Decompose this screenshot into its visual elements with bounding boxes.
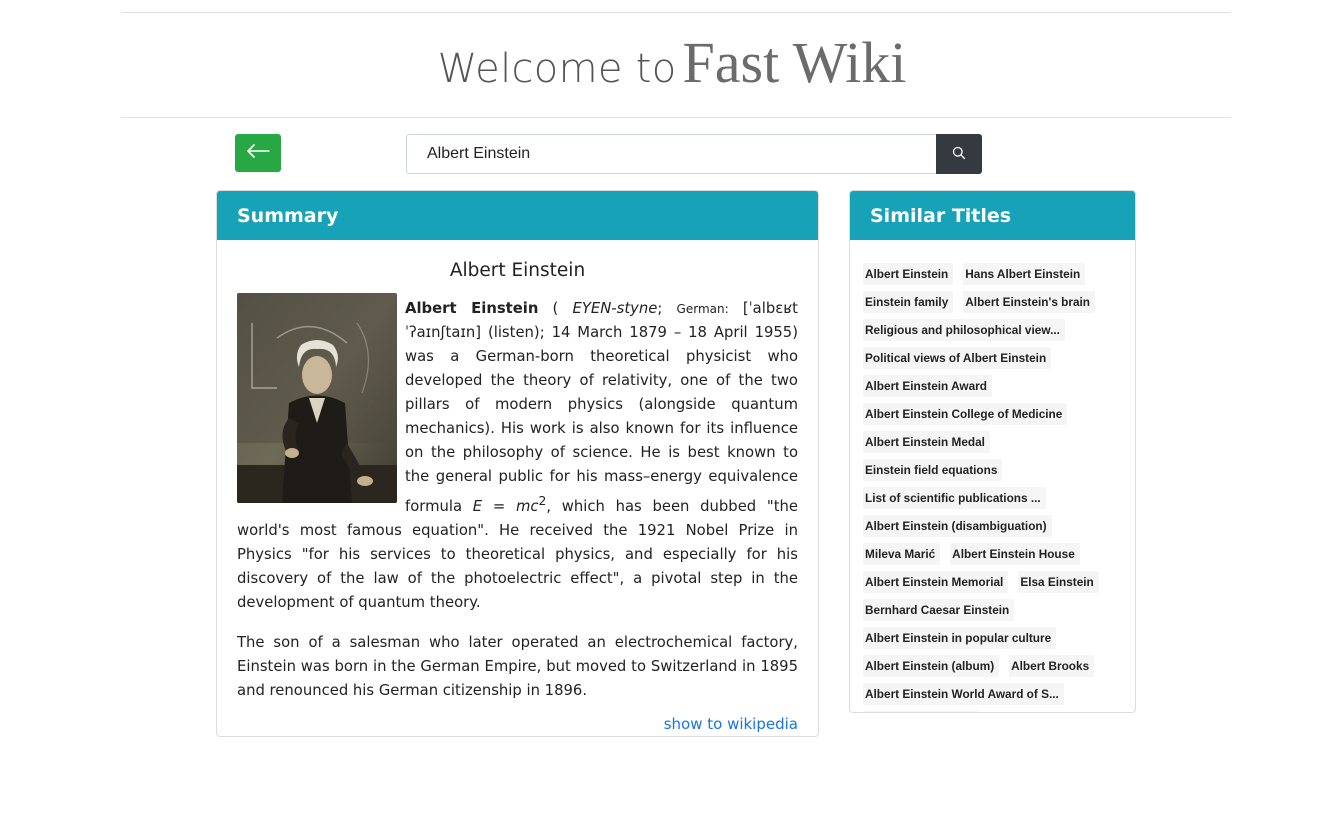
search-icon: [952, 145, 966, 164]
similar-title-tag[interactable]: Bernhard Caesar Einstein: [863, 599, 1015, 621]
paragraph-1-body: [ˈalbɛʁt ˈʔaɪnʃtaɪn] (listen); 14 March …: [405, 300, 798, 515]
similar-title-tag[interactable]: Albert Einstein College of Medicine: [863, 403, 1068, 425]
page-title: Welcome to Fast Wiki: [0, 34, 1344, 92]
formula-mc: mc: [515, 497, 539, 515]
summary-card: Summary Albert Einstein Albert Einstein …: [216, 190, 819, 737]
similar-title-tag[interactable]: Albert Einstein (disambiguation): [863, 515, 1052, 537]
separator: ;: [657, 300, 677, 317]
similar-title-tag[interactable]: Hans Albert Einstein: [963, 263, 1086, 285]
similar-title-tag[interactable]: Albert Einstein (album): [863, 655, 1000, 677]
similar-title-tag[interactable]: Albert Einstein in popular culture: [863, 627, 1057, 649]
similar-title-tag[interactable]: Albert Einstein Award: [863, 375, 992, 397]
top-divider: [121, 12, 1231, 13]
similar-title-tag[interactable]: Albert Einstein's brain: [963, 291, 1095, 313]
similar-title-tag[interactable]: Albert Einstein World Award of S...: [863, 683, 1064, 705]
similar-title-tag[interactable]: Mileva Marić: [863, 543, 941, 565]
language-label: German:: [676, 302, 729, 316]
arrow-left-icon: [245, 143, 271, 163]
similar-title-tag[interactable]: Einstein field equations: [863, 459, 1003, 481]
portrait-photo: [237, 293, 397, 503]
subject-name: Albert Einstein: [405, 300, 539, 317]
similar-title-tag[interactable]: Elsa Einstein: [1018, 571, 1099, 593]
similar-title-tag[interactable]: Political views of Albert Einstein: [863, 347, 1052, 369]
similar-title-tag[interactable]: Albert Einstein ATV: [863, 711, 979, 712]
summary-header: Summary: [217, 191, 818, 240]
back-button[interactable]: [235, 134, 281, 172]
formula-equals: =: [482, 497, 516, 515]
brand-name: Fast Wiki: [682, 30, 907, 95]
header-divider: [121, 117, 1231, 118]
formula-e: E: [472, 497, 483, 515]
similar-title-tag[interactable]: List of scientific publications ...: [863, 487, 1046, 509]
welcome-text: Welcome to: [437, 46, 677, 92]
similar-title-tag[interactable]: Albert Brooks: [1009, 655, 1095, 677]
similar-titles-card: Similar Titles Albert Einstein Hans Alber…: [849, 190, 1136, 713]
paren-open: (: [538, 300, 573, 317]
similar-title-tag[interactable]: Albert Einstein: [863, 263, 954, 285]
summary-paragraph-2: The son of a salesman who later operated…: [237, 633, 798, 699]
show-wikipedia-link[interactable]: show to wikipedia: [237, 715, 798, 733]
similar-title-tag[interactable]: Albert Einstein House: [950, 543, 1080, 565]
search-input[interactable]: [406, 134, 936, 174]
similar-titles-header: Similar Titles: [850, 191, 1135, 240]
similar-title-tag[interactable]: Albert Einstein Memorial: [863, 571, 1009, 593]
similar-title-tag[interactable]: Einstein family: [863, 291, 954, 313]
similar-title-tag[interactable]: Religious and philosophical view...: [863, 319, 1065, 341]
similar-titles-list: Albert Einstein Hans Albert Einstein Einst…: [850, 240, 1135, 712]
article-title: Albert Einstein: [449, 260, 586, 281]
similar-title-tag[interactable]: Albert Einstein Medal: [863, 431, 990, 453]
search-button[interactable]: [936, 134, 982, 174]
pronunciation: EYEN-styne: [572, 300, 658, 317]
